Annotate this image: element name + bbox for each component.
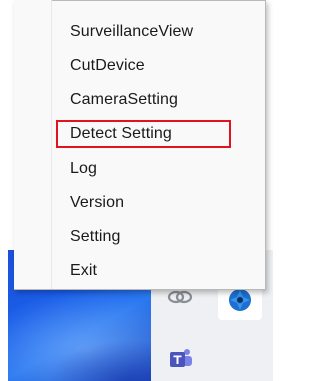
menu-item-detect-setting[interactable]: Detect Setting [56, 119, 260, 149]
menu-item-label: Log [70, 160, 97, 177]
menu-item-setting[interactable]: Setting [56, 222, 260, 252]
menu-item-cut-device[interactable]: CutDevice [56, 51, 260, 81]
menu-icon-gutter [14, 0, 52, 289]
menu-item-label: SurveillanceView [70, 23, 194, 40]
teams-icon[interactable] [168, 346, 194, 372]
menu-item-label: CutDevice [70, 57, 145, 74]
menu-item-log[interactable]: Log [56, 154, 260, 184]
menu-item-label: Setting [70, 228, 121, 245]
menu-gutter-divider [51, 0, 52, 289]
menu-item-label: Exit [70, 262, 98, 279]
menu-item-label: CameraSetting [70, 91, 179, 108]
menu-item-version[interactable]: Version [56, 188, 260, 218]
menu-item-label: Detect Setting [70, 125, 172, 142]
menu-item-exit[interactable]: Exit [56, 256, 260, 286]
menu-item-surveillance-view[interactable]: SurveillanceView [56, 17, 260, 47]
menu-item-camera-setting[interactable]: CameraSetting [56, 85, 260, 115]
menu-item-label: Version [70, 194, 125, 211]
